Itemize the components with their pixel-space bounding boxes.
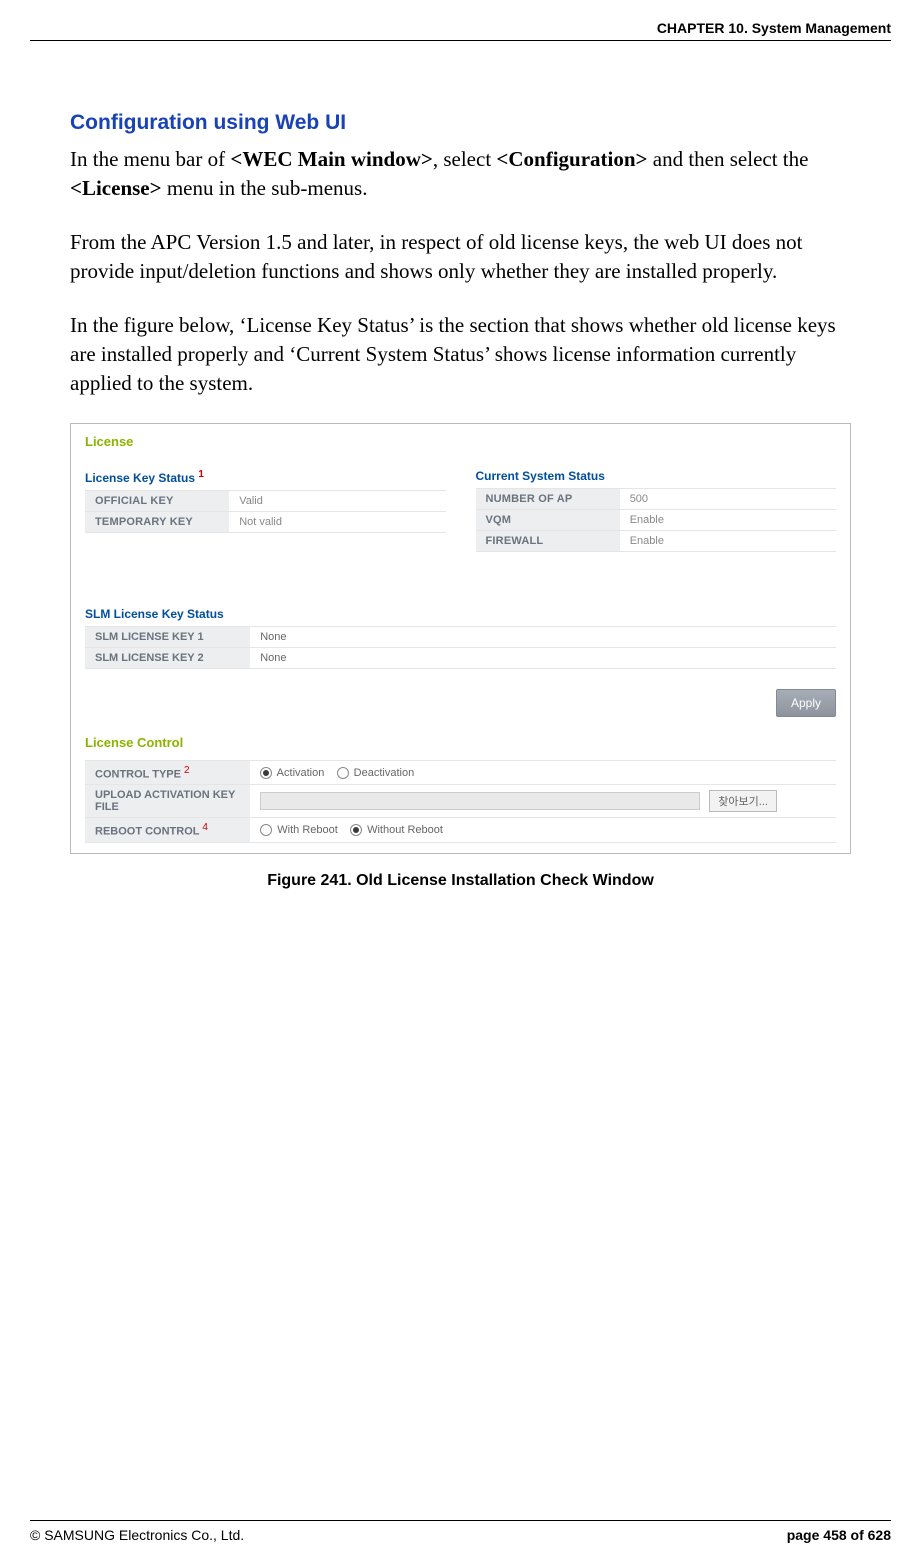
browse-button[interactable]: 찾아보기... <box>709 790 777 812</box>
figure-caption: Figure 241. Old License Installation Che… <box>70 872 851 890</box>
page-header: CHAPTER 10. System Management <box>30 20 891 41</box>
radio-icon[interactable] <box>350 824 362 836</box>
current-system-status-col: Current System Status NUMBER OF AP 500 V… <box>476 459 837 552</box>
table-row: REBOOT CONTROL 4 With Reboot Without Reb… <box>85 818 836 843</box>
control-type-label: CONTROL TYPE <box>95 768 181 780</box>
lks-title-text: License Key Status <box>85 471 195 485</box>
reboot-control-sup: 4 <box>202 822 208 833</box>
val-cell: 찾아보기... <box>250 785 836 818</box>
p1-bold2: <Configuration> <box>496 147 647 171</box>
radio-icon[interactable] <box>260 767 272 779</box>
section-title: Configuration using Web UI <box>70 111 851 135</box>
footer-page: page 458 of 628 <box>787 1527 891 1543</box>
radio-label-without-reboot: Without Reboot <box>367 824 443 836</box>
table-row: OFFICIAL KEY Valid <box>85 490 446 511</box>
chapter-label: CHAPTER 10. System Management <box>657 20 891 36</box>
upload-file-input[interactable] <box>260 792 700 810</box>
key-cell: VQM <box>476 509 620 530</box>
val-cell: With Reboot Without Reboot <box>250 818 836 843</box>
key-cell: SLM LICENSE KEY 2 <box>85 647 250 668</box>
key-cell: TEMPORARY KEY <box>85 511 229 532</box>
key-cell: UPLOAD ACTIVATION KEY FILE <box>85 785 250 818</box>
p1-bold1: <WEC Main window> <box>230 147 432 171</box>
p1-bold3: <License> <box>70 176 162 200</box>
panel-title: License <box>85 434 836 449</box>
slm-table: SLM LICENSE KEY 1 None SLM LICENSE KEY 2… <box>85 626 836 669</box>
license-key-status-table: OFFICIAL KEY Valid TEMPORARY KEY Not val… <box>85 490 446 533</box>
status-columns: License Key Status 1 OFFICIAL KEY Valid … <box>85 459 836 552</box>
val-cell: 500 <box>620 488 836 509</box>
val-cell: Not valid <box>229 511 445 532</box>
table-row: VQM Enable <box>476 509 837 530</box>
key-cell: FIREWALL <box>476 530 620 551</box>
page-body: Configuration using Web UI In the menu b… <box>30 111 891 890</box>
license-figure: License License Key Status 1 OFFICIAL KE… <box>70 423 851 854</box>
paragraph-2: From the APC Version 1.5 and later, in r… <box>70 228 851 287</box>
control-type-sup: 2 <box>184 765 190 776</box>
p1-post: menu in the sub-menus. <box>162 176 368 200</box>
license-key-status-col: License Key Status 1 OFFICIAL KEY Valid … <box>85 459 446 552</box>
radio-icon[interactable] <box>337 767 349 779</box>
radio-label-with-reboot: With Reboot <box>277 824 338 836</box>
key-cell: REBOOT CONTROL 4 <box>85 818 250 843</box>
val-cell: Valid <box>229 490 445 511</box>
license-control-title: License Control <box>85 735 836 750</box>
apply-row: Apply <box>85 689 836 717</box>
table-row: FIREWALL Enable <box>476 530 837 551</box>
footer-copyright: © SAMSUNG Electronics Co., Ltd. <box>30 1527 244 1543</box>
slm-title: SLM License Key Status <box>85 607 836 621</box>
key-cell: SLM LICENSE KEY 1 <box>85 626 250 647</box>
apply-button[interactable]: Apply <box>776 689 836 717</box>
radio-label-deactivation: Deactivation <box>354 767 415 779</box>
reboot-control-label: REBOOT CONTROL <box>95 826 199 838</box>
val-cell: None <box>250 626 836 647</box>
val-cell: Enable <box>620 530 836 551</box>
key-cell: NUMBER OF AP <box>476 488 620 509</box>
p1-mid2: and then select the <box>648 147 809 171</box>
current-system-status-table: NUMBER OF AP 500 VQM Enable FIREWALL Ena… <box>476 488 837 552</box>
paragraph-1: In the menu bar of <WEC Main window>, se… <box>70 145 851 204</box>
page-footer: © SAMSUNG Electronics Co., Ltd. page 458… <box>30 1520 891 1543</box>
p1-pre: In the menu bar of <box>70 147 230 171</box>
table-row: TEMPORARY KEY Not valid <box>85 511 446 532</box>
paragraph-3: In the figure below, ‘License Key Status… <box>70 311 851 399</box>
table-row: NUMBER OF AP 500 <box>476 488 837 509</box>
lks-sup: 1 <box>198 469 204 480</box>
key-cell: OFFICIAL KEY <box>85 490 229 511</box>
val-cell: Activation Deactivation <box>250 760 836 785</box>
val-cell: Enable <box>620 509 836 530</box>
radio-icon[interactable] <box>260 824 272 836</box>
p1-mid: , select <box>433 147 497 171</box>
table-row: SLM LICENSE KEY 1 None <box>85 626 836 647</box>
table-row: UPLOAD ACTIVATION KEY FILE 찾아보기... <box>85 785 836 818</box>
table-row: CONTROL TYPE 2 Activation Deactivation <box>85 760 836 785</box>
table-row: SLM LICENSE KEY 2 None <box>85 647 836 668</box>
val-cell: None <box>250 647 836 668</box>
key-cell: CONTROL TYPE 2 <box>85 760 250 785</box>
license-control-table: CONTROL TYPE 2 Activation Deactivation U… <box>85 760 836 843</box>
radio-label-activation: Activation <box>277 767 325 779</box>
current-system-status-title: Current System Status <box>476 469 837 483</box>
license-key-status-title: License Key Status 1 <box>85 469 446 485</box>
